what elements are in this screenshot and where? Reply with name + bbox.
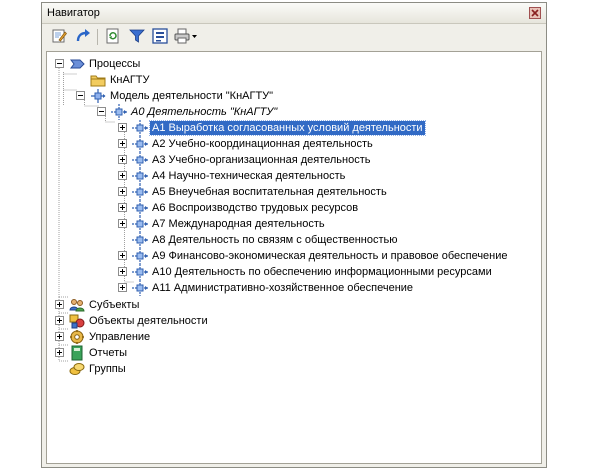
tree-node-activity[interactable]: A11 Административно-хозяйственное обеспе…	[118, 280, 538, 296]
tree-label: Процессы	[89, 58, 141, 70]
refresh-button[interactable]	[104, 27, 122, 45]
collapse-toggle[interactable]	[76, 91, 85, 100]
tree-label: A8 Деятельность по связям с общественнос…	[152, 234, 398, 246]
expand-toggle[interactable]	[118, 219, 127, 228]
tree-label: A4 Научно-техническая деятельность	[152, 170, 346, 182]
expand-toggle[interactable]	[55, 316, 64, 325]
activity-icon	[132, 216, 148, 232]
tree-node-a0[interactable]: A0 Деятельность "КнАГТУ"	[97, 104, 437, 120]
tree-label: Группы	[89, 363, 126, 375]
tree-node-subjects[interactable]: Субъекты	[55, 297, 355, 313]
folder-icon	[90, 72, 106, 88]
activity-icon	[132, 232, 148, 248]
expand-toggle[interactable]	[118, 123, 127, 132]
process-icon	[69, 56, 85, 72]
close-button[interactable]	[529, 7, 541, 19]
collapse-toggle[interactable]	[55, 59, 64, 68]
activity-icon	[132, 184, 148, 200]
tree-node-objects[interactable]: Объекты деятельности	[55, 313, 355, 329]
redo-arrow-icon	[76, 29, 90, 42]
tree-node-activity[interactable]: A2 Учебно-координационная деятельность	[118, 136, 538, 152]
filter-button[interactable]	[128, 27, 146, 45]
groups-coins-icon	[69, 361, 85, 377]
tree-label: A3 Учебно-организационная деятельность	[152, 154, 371, 166]
close-icon	[531, 9, 539, 17]
tree-label: A9 Финансово-экономическая деятельность …	[152, 250, 508, 262]
tree-label: Объекты деятельности	[89, 315, 208, 327]
tree-label: Модель деятельности "КнАГТУ"	[110, 90, 274, 102]
tree-label: A7 Международная деятельность	[152, 218, 325, 230]
tree-node-activity[interactable]: A5 Внеучебная воспитательная деятельност…	[118, 184, 538, 200]
report-book-icon	[69, 345, 85, 361]
activity-icon	[132, 152, 148, 168]
toolbar	[44, 27, 244, 47]
tree-label: A11 Административно-хозяйственное обеспе…	[152, 282, 414, 294]
tree-node-org[interactable]: КнАГТУ	[76, 72, 376, 88]
title-bar[interactable]: Навигатор	[42, 3, 546, 24]
tree-label: Субъекты	[89, 299, 140, 311]
tree-label: A1 Выработка согласованных условий деяте…	[149, 120, 426, 136]
expand-toggle[interactable]	[118, 251, 127, 260]
tree-node-activity[interactable]: A1 Выработка согласованных условий деяте…	[118, 120, 538, 136]
expand-toggle[interactable]	[118, 155, 127, 164]
filter-funnel-icon	[129, 29, 145, 43]
tree-label: КнАГТУ	[110, 74, 150, 86]
edit-button[interactable]	[50, 27, 68, 45]
activity-icon	[132, 248, 148, 264]
expand-toggle[interactable]	[55, 300, 64, 309]
tree-node-model[interactable]: Модель деятельности "КнАГТУ"	[76, 88, 416, 104]
printer-dropdown-icon	[174, 28, 197, 44]
tree-node-activity[interactable]: A8 Деятельность по связям с общественнос…	[118, 232, 538, 248]
collapse-toggle[interactable]	[97, 107, 106, 116]
expand-toggle[interactable]	[118, 171, 127, 180]
tree-node-processes[interactable]: Процессы	[55, 56, 355, 72]
activity-icon	[132, 264, 148, 280]
print-button[interactable]	[173, 27, 199, 45]
activity-icon	[132, 200, 148, 216]
activity-icon	[132, 136, 148, 152]
activity-icon	[132, 280, 148, 296]
edit-icon	[52, 29, 67, 43]
toolbar-separator	[97, 29, 98, 45]
refresh-document-icon	[106, 28, 119, 44]
tree-label: A2 Учебно-координационная деятельность	[152, 138, 373, 150]
model-diagram-icon	[90, 88, 106, 104]
users-group-icon	[69, 297, 85, 313]
tree-label: Отчеты	[89, 347, 128, 359]
expand-toggle[interactable]	[118, 203, 127, 212]
tree-node-activity[interactable]: A10 Деятельность по обеспечению информац…	[118, 264, 538, 280]
activity-icon	[132, 168, 148, 184]
tree-node-activity[interactable]: A7 Международная деятельность	[118, 216, 538, 232]
window-title: Навигатор	[47, 7, 100, 19]
tree-node-activity[interactable]: A9 Финансово-экономическая деятельность …	[118, 248, 538, 264]
tree-label: Управление	[89, 331, 151, 343]
tree-label: A0 Деятельность "КнАГТУ"	[131, 106, 278, 118]
tree-node-groups[interactable]: Группы	[55, 361, 355, 377]
expand-toggle[interactable]	[118, 267, 127, 276]
navigator-window: Навигатор Процессы КнАГТУ Модель деятель…	[41, 2, 547, 468]
tree-node-activity[interactable]: A3 Учебно-организационная деятельность	[118, 152, 538, 168]
activity-icon	[132, 120, 148, 136]
tree-node-activity[interactable]: A4 Научно-техническая деятельность	[118, 168, 538, 184]
tree-label: A5 Внеучебная воспитательная деятельност…	[152, 186, 387, 198]
tree-label: A6 Воспроизводство трудовых ресурсов	[152, 202, 359, 214]
tree-node-activity[interactable]: A6 Воспроизводство трудовых ресурсов	[118, 200, 538, 216]
control-gear-icon	[69, 329, 85, 345]
expand-toggle[interactable]	[118, 187, 127, 196]
select-list-icon	[152, 28, 168, 44]
tree-node-reports[interactable]: Отчеты	[55, 345, 355, 361]
tree-label: A10 Деятельность по обеспечению информац…	[152, 266, 492, 278]
expand-toggle[interactable]	[55, 332, 64, 341]
redo-button[interactable]	[74, 27, 92, 45]
activity-icon	[111, 104, 127, 120]
expand-toggle[interactable]	[118, 139, 127, 148]
select-list-button[interactable]	[151, 27, 169, 45]
navigator-tree[interactable]: Процессы КнАГТУ Модель деятельности "КнА…	[46, 51, 542, 464]
expand-toggle[interactable]	[118, 283, 127, 292]
expand-toggle[interactable]	[55, 348, 64, 357]
tree-node-control[interactable]: Управление	[55, 329, 355, 345]
objects-shapes-icon	[69, 313, 85, 329]
